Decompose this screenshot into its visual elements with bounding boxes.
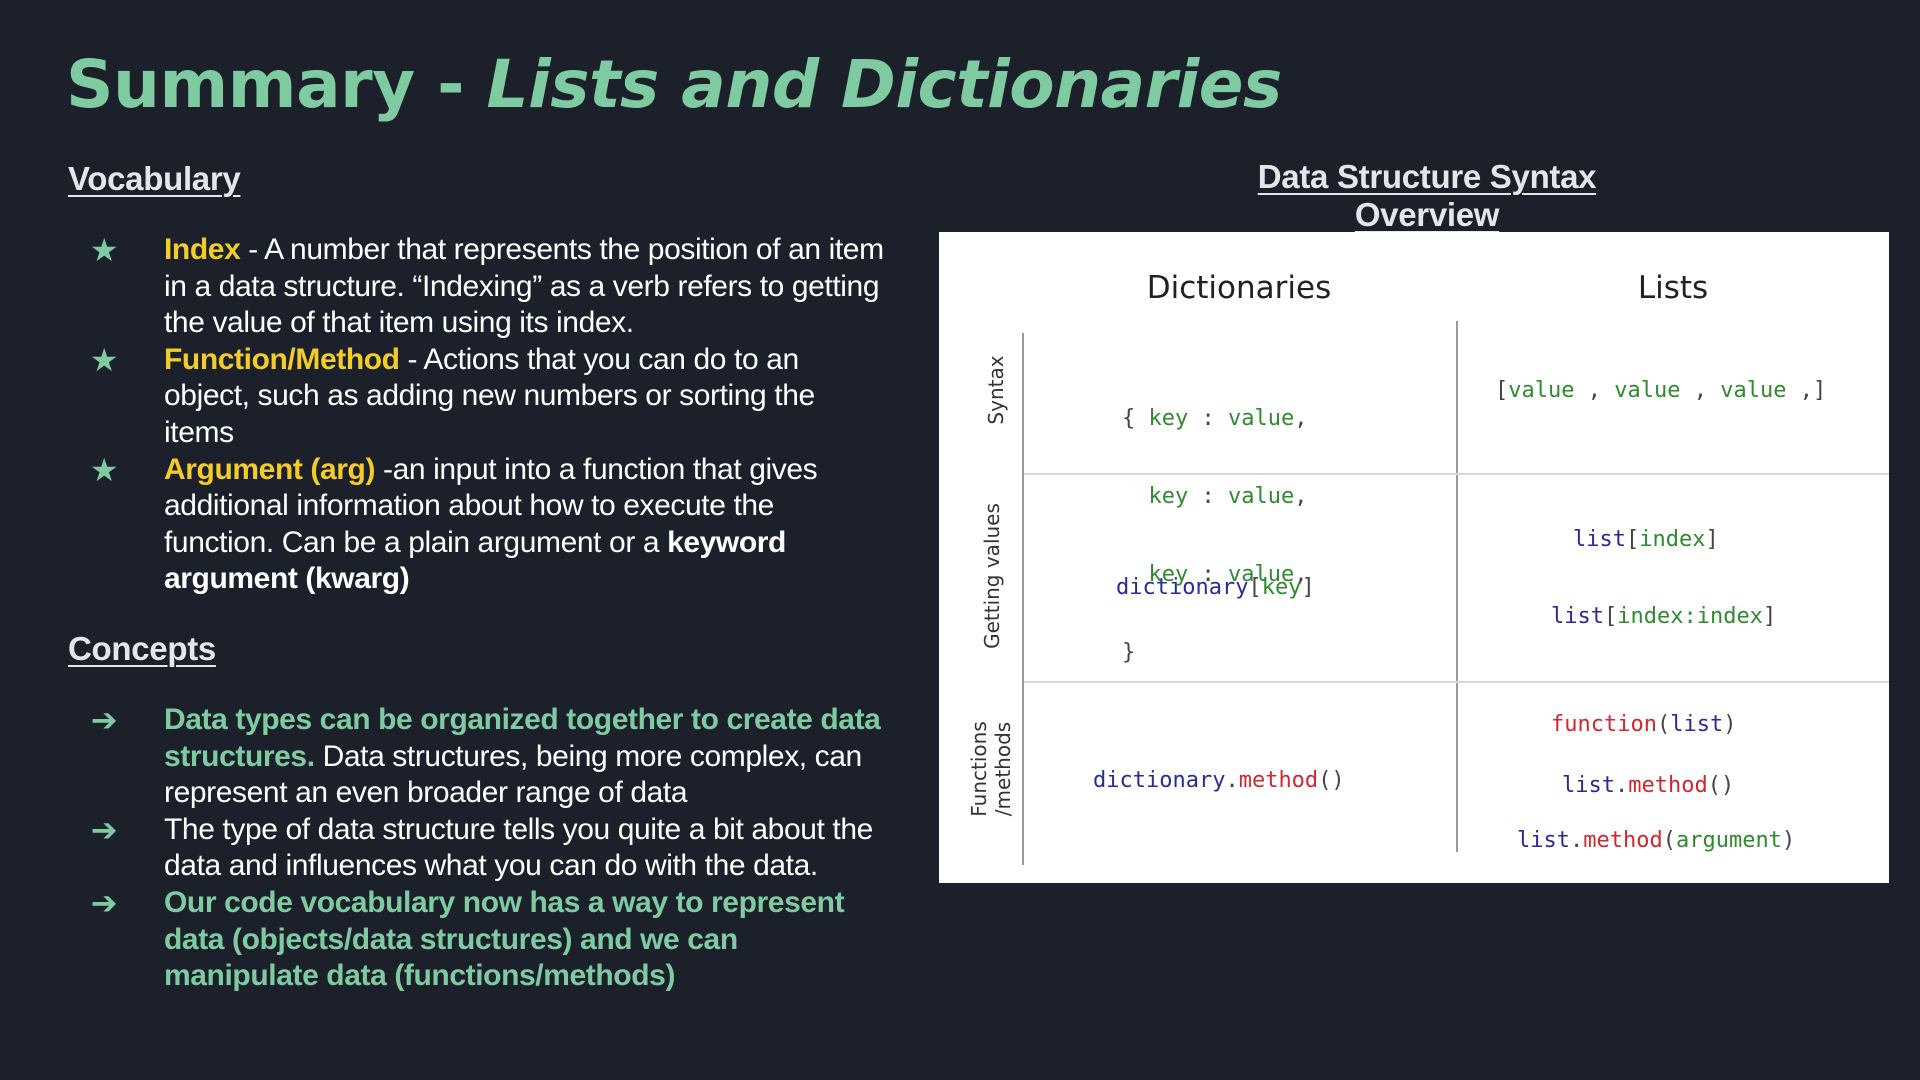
column-header-dictionaries: Dictionaries xyxy=(1146,270,1332,306)
row-header-functions-methods: Functions /methods xyxy=(967,679,1015,859)
vocab-term: Argument (arg) xyxy=(164,452,376,486)
row-header-line: Functions xyxy=(967,721,991,817)
vocab-item-function-method: ★ Function/Method - Actions that you can… xyxy=(0,342,900,452)
column-divider xyxy=(1456,321,1458,852)
slide-title: Summary - Lists and Dictionaries xyxy=(66,46,1282,123)
row-header-line: /methods xyxy=(991,721,1015,817)
list-syntax-code: [value , value , value ,] xyxy=(1495,378,1827,403)
dict-get-code: dictionary[key] xyxy=(1116,575,1315,600)
list-function-code: function(list) xyxy=(1551,712,1737,737)
row-header-divider xyxy=(1022,333,1024,865)
dict-syntax-code: { key : value, key : value, key : value,… xyxy=(1122,354,1307,718)
star-icon: ★ xyxy=(89,451,119,488)
row-header-getting-values: Getting values xyxy=(980,503,1004,649)
concept-item: ➔ Data types can be organized together t… xyxy=(0,702,900,812)
list-get-index-code: list[index] xyxy=(1573,527,1719,552)
star-icon: ★ xyxy=(89,341,119,378)
title-italic: Lists and Dictionaries xyxy=(486,46,1283,123)
arrow-right-icon: ➔ xyxy=(90,884,118,921)
column-header-lists: Lists xyxy=(1637,270,1709,306)
concepts-list: ➔ Data types can be organized together t… xyxy=(0,702,900,995)
concept-highlight: Our code vocabulary now has a way to rep… xyxy=(164,885,845,993)
vocab-term: Function/Method xyxy=(164,342,400,376)
row-header-syntax: Syntax xyxy=(984,355,1008,425)
vocab-term: Index xyxy=(164,233,241,266)
vocab-item-index: ★ Index - A number that represents the p… xyxy=(0,232,900,342)
list-get-slice-code: list[index:index] xyxy=(1551,604,1777,629)
syntax-overview-table: Dictionaries Lists Syntax Getting values… xyxy=(939,232,1889,883)
vocabulary-list: ★ Index - A number that represents the p… xyxy=(0,232,900,598)
arrow-right-icon: ➔ xyxy=(90,702,118,738)
title-prefix: Summary - xyxy=(66,46,487,123)
vocab-item-argument: ★ Argument (arg) -an input into a functi… xyxy=(0,452,900,598)
code-line: key : value, xyxy=(1148,484,1308,509)
concept-text: The type of data structure tells you qui… xyxy=(164,812,873,883)
concept-item: ➔ Our code vocabulary now has a way to r… xyxy=(0,885,900,995)
concept-item: ➔ The type of data structure tells you q… xyxy=(0,812,900,885)
list-method-code: list.method() xyxy=(1562,773,1735,798)
arrow-right-icon: ➔ xyxy=(90,811,118,848)
star-icon: ★ xyxy=(89,232,119,268)
vocabulary-heading: Vocabulary xyxy=(68,160,241,197)
concepts-heading: Concepts xyxy=(68,630,216,667)
dict-method-code: dictionary.method() xyxy=(1093,768,1345,793)
vocab-definition: - A number that represents the position … xyxy=(164,233,884,340)
code-line: { key : value, xyxy=(1122,406,1308,431)
list-method-argument-code: list.method(argument) xyxy=(1517,828,1796,853)
code-line: } xyxy=(1122,640,1136,665)
overview-title: Data Structure Syntax Overview xyxy=(1257,158,1597,233)
